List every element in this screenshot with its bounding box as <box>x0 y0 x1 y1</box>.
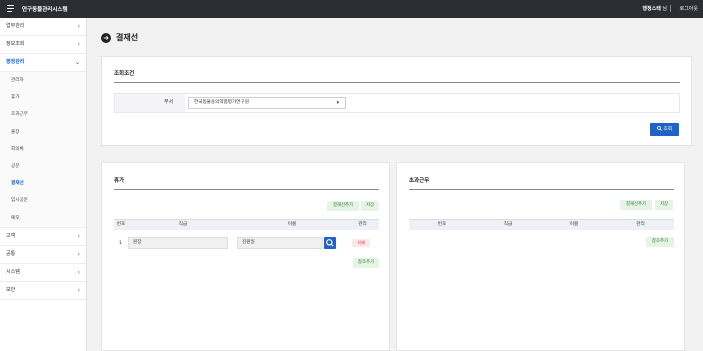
chevron-down-icon: ⌄ <box>74 59 80 66</box>
column-header-name: 이름 <box>287 222 297 227</box>
add-reference-button[interactable]: 참조추가 <box>646 237 674 247</box>
sidebar-subitem-leave[interactable]: 휴가 <box>0 89 86 106</box>
add-approval-line-button[interactable]: 결재선추가 <box>327 201 359 211</box>
user-info: 행정스태 님 <box>642 5 667 12</box>
divider <box>670 5 671 12</box>
search-button[interactable]: 조회 <box>650 123 679 136</box>
search-icon <box>656 125 662 131</box>
save-button[interactable]: 저장 <box>361 201 379 211</box>
top-bar: 연구동물관리시스템 행정스태 님 로그아웃 <box>0 0 703 18</box>
sidebar-subitem-manager[interactable]: 관리자 <box>0 72 86 89</box>
leave-approval-panel: 휴가 결재선추가 저장 번호 직급 이름 관리 1 원장 김원일 삭제 참조추가 <box>101 162 390 351</box>
column-header-manage: 관리 <box>636 222 645 227</box>
user-name: 행정스태 <box>642 6 661 12</box>
sidebar-subitem-trip[interactable]: 출장 <box>0 124 86 141</box>
search-panel: 조회조건 부서 한국동물용의약품평가연구원 ▾ 조회 <box>101 56 692 146</box>
add-approval-line-button[interactable]: 결재선추가 <box>620 200 652 210</box>
save-button[interactable]: 저장 <box>655 200 673 210</box>
chevron-right-icon: › <box>77 250 80 258</box>
sidebar-item-work[interactable]: 업무관리 › <box>0 18 86 36</box>
search-button-label: 조회 <box>663 127 673 132</box>
sidebar-item-system[interactable]: 시스템 › <box>0 264 86 282</box>
overtime-title: 초과근무 <box>409 178 430 184</box>
sidebar-item-common[interactable]: 공통 › <box>0 246 86 264</box>
name-search-button[interactable] <box>324 237 336 249</box>
sidebar-item-label: 정보조회 <box>6 41 25 47</box>
dept-select[interactable]: 한국동물용의약품평가연구원 ▾ <box>188 97 346 109</box>
sidebar-item-label: 고객 <box>6 232 16 239</box>
column-header-name: 이름 <box>569 222 579 227</box>
logout-link[interactable]: 로그아웃 <box>680 5 698 12</box>
chevron-right-icon: › <box>77 23 80 30</box>
sidebar: 업무관리 › 정보조회 › 행정관리 ⌄ 관리자 휴가 초과근무 출장 회의록 공문 … <box>0 18 87 351</box>
chevron-right-icon: › <box>77 286 80 294</box>
sidebar-item-security[interactable]: 보안 › <box>0 282 86 300</box>
sidebar-subitem-temp-document[interactable]: 임시공문 <box>0 192 86 209</box>
dept-label: 부서 <box>115 94 185 112</box>
sidebar-subitem-memo[interactable]: 예모 <box>0 210 86 227</box>
chevron-right-icon: › <box>77 232 80 240</box>
rank-field[interactable]: 원장 <box>128 237 228 249</box>
column-header-no: 번호 <box>437 222 447 227</box>
sidebar-item-info[interactable]: 정보조회 › <box>0 36 86 54</box>
user-suffix: 님 <box>662 6 667 12</box>
sidebar-subitem-minutes[interactable]: 회의록 <box>0 141 86 158</box>
sidebar-item-label: 공통 <box>6 250 16 257</box>
divider <box>114 82 680 83</box>
table-header: 번호 직급 이름 관리 <box>114 219 379 230</box>
search-icon <box>326 239 334 247</box>
dept-select-value: 한국동물용의약품평가연구원 <box>194 100 249 105</box>
sidebar-item-label: 업무관리 <box>6 23 25 29</box>
name-field[interactable]: 김원일 <box>237 237 323 249</box>
leave-title: 휴가 <box>114 178 125 184</box>
arrow-right-icon: ➜ <box>101 33 111 43</box>
sidebar-item-label: 행정관리 <box>6 59 25 65</box>
row-number: 1 <box>119 241 122 246</box>
delete-button[interactable]: 삭제 <box>352 239 370 247</box>
sidebar-subitem-overtime[interactable]: 초과근무 <box>0 106 86 123</box>
app-title[interactable]: 연구동물관리시스템 <box>22 5 68 13</box>
search-row: 부서 한국동물용의약품평가연구원 ▾ <box>114 93 680 113</box>
sidebar-submenu: 관리자 휴가 초과근무 출장 회의록 공문 결재선 임시공문 예모 <box>0 72 86 228</box>
column-header-manage: 관리 <box>358 222 367 227</box>
sidebar-subitem-approval-line[interactable]: 결재선 <box>0 175 86 192</box>
column-header-rank: 직급 <box>503 222 513 227</box>
caret-down-icon: ▾ <box>336 100 339 106</box>
sidebar-item-customer[interactable]: 고객 › <box>0 228 86 246</box>
column-header-rank: 직급 <box>178 222 188 227</box>
chevron-right-icon: › <box>77 41 80 48</box>
sidebar-item-label: 시스템 <box>6 268 20 275</box>
sidebar-item-admin[interactable]: 행정관리 ⌄ <box>0 54 86 72</box>
sidebar-subitem-document[interactable]: 공문 <box>0 158 86 175</box>
sidebar-item-label: 보안 <box>6 286 16 293</box>
page-title-text: 결재선 <box>116 33 139 42</box>
divider <box>114 189 379 190</box>
table-header: 번호 직급 이름 관리 <box>409 219 674 230</box>
divider <box>409 189 674 190</box>
overtime-approval-panel: 초과근무 결재선추가 저장 번호 직급 이름 관리 참조추가 <box>396 162 685 351</box>
chevron-right-icon: › <box>77 268 80 276</box>
column-header-no: 번호 <box>116 222 126 227</box>
add-reference-button[interactable]: 참조추가 <box>353 258 379 268</box>
search-section-title: 조회조건 <box>114 71 135 77</box>
menu-icon[interactable] <box>7 5 14 12</box>
